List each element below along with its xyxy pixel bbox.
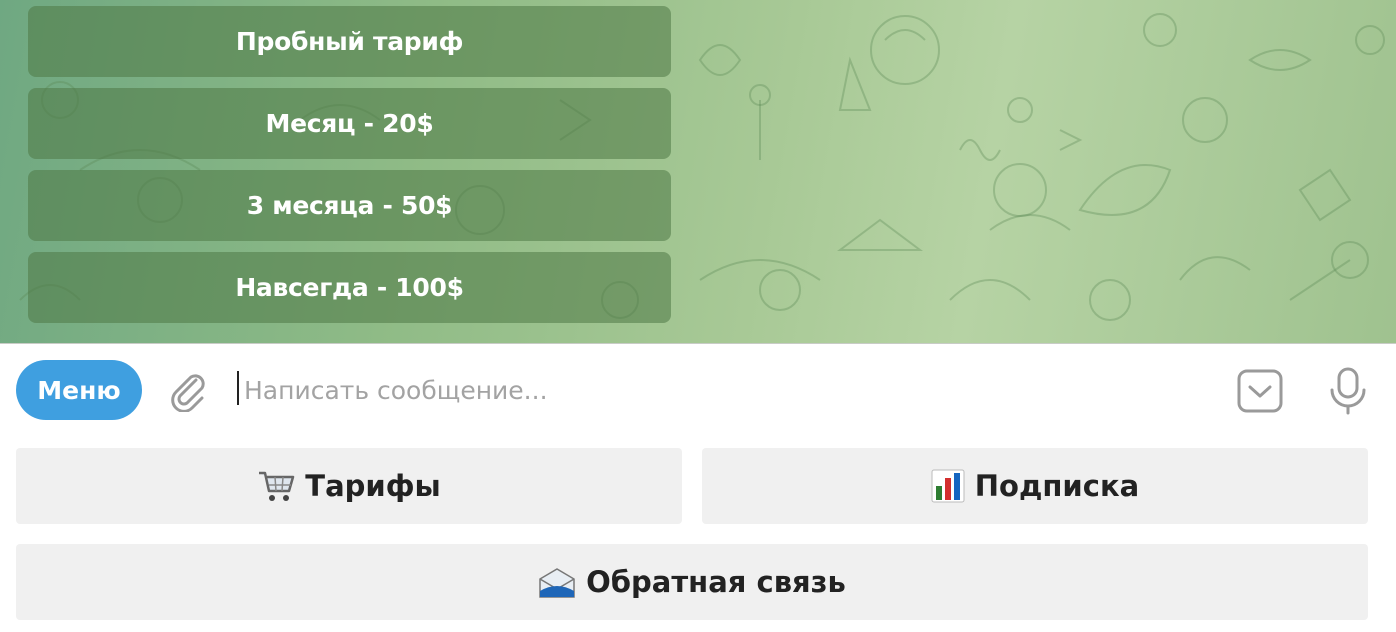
bar-chart-icon [931,469,965,503]
feedback-button[interactable]: Обратная связь [16,544,1368,620]
chat-area: Пробный тариф Месяц - 20$ 3 месяца - 50$… [0,0,1396,343]
paperclip-icon[interactable] [166,368,210,413]
shopping-cart-icon [257,469,295,503]
input-bar: Меню [0,344,1396,436]
inline-button-3-months[interactable]: 3 месяца - 50$ [28,170,671,241]
tariffs-label: Тарифы [305,469,441,503]
keyboard-toggle-icon[interactable] [1236,368,1284,414]
feedback-label: Обратная связь [586,565,846,599]
text-caret [237,371,239,405]
incoming-envelope-icon [538,565,576,599]
tariffs-button[interactable]: Тарифы [16,448,682,524]
inline-keyboard: Пробный тариф Месяц - 20$ 3 месяца - 50$… [28,6,671,334]
message-input[interactable] [244,364,1204,416]
microphone-icon[interactable] [1326,366,1370,416]
menu-button[interactable]: Меню [16,360,142,420]
subscription-label: Подписка [974,469,1140,503]
inline-button-month[interactable]: Месяц - 20$ [28,88,671,159]
inline-button-forever[interactable]: Навсегда - 100$ [28,252,671,323]
inline-button-trial[interactable]: Пробный тариф [28,6,671,77]
subscription-button[interactable]: Подписка [702,448,1368,524]
